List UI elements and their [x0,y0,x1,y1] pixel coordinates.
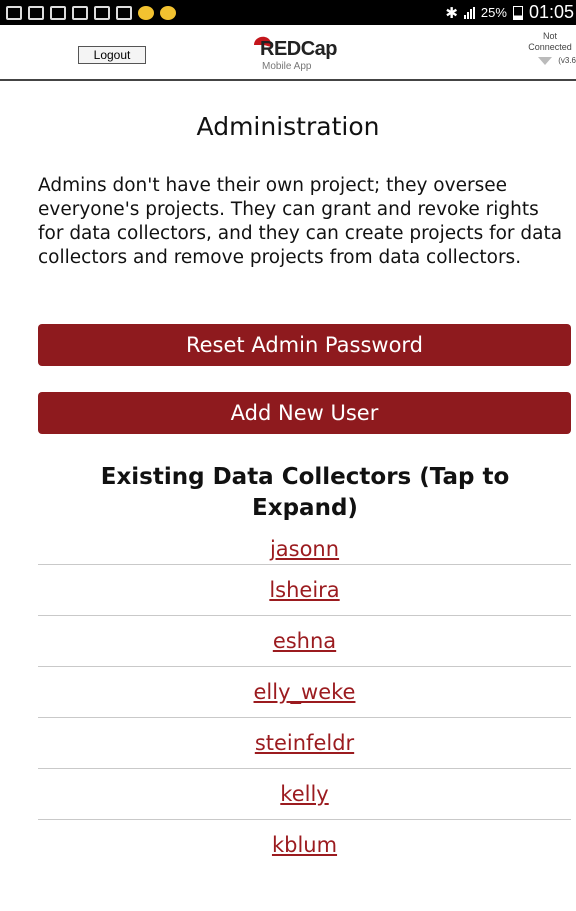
connection-status: Not Connected [528,31,572,52]
app-notification-icon [138,5,154,20]
connection-indicator: Not Connected (v3.6 [516,31,576,65]
wifi-notification-icon [28,5,44,20]
list-item: eshna [38,615,571,666]
collectors-list: jasonn lsheira eshna elly_weke steinfeld… [38,537,571,870]
document-notification-icon [50,5,66,20]
signal-icon [463,6,475,19]
list-item: elly_weke [38,666,571,717]
battery-icon [512,5,523,20]
status-bar: ✱ 25% 01:05 [0,0,576,25]
collector-link[interactable]: steinfeldr [255,731,354,755]
redcap-logo: REDCap Mobile App [252,35,372,75]
app-notification-icon [160,5,176,20]
wifi-notification-icon [6,5,22,20]
image-notification-icon [72,5,88,20]
collector-link[interactable]: elly_weke [254,680,356,704]
logout-button[interactable]: Logout [78,46,146,64]
collector-link[interactable]: jasonn [270,537,339,561]
list-item: steinfeldr [38,717,571,768]
bluetooth-icon: ✱ [445,4,458,22]
battery-percent: 25% [480,5,507,20]
app-version: (v3.6 [558,56,576,65]
logo-subtitle: Mobile App [262,61,312,72]
intro-text: Admins don't have their own project; the… [38,175,563,268]
collector-link[interactable]: kblum [272,833,337,857]
logo-text: REDCap [260,38,338,60]
clock: 01:05 [528,2,574,22]
collectors-title: Existing Data Collectors (Tap to Expand) [100,464,510,521]
collector-link[interactable]: kelly [280,782,328,806]
collector-link[interactable]: eshna [273,629,336,653]
notification-icons [0,5,176,20]
app-header: Logout REDCap Mobile App Not Connected (… [0,25,576,81]
list-item: lsheira [38,564,571,615]
collector-link[interactable]: lsheira [269,578,339,602]
list-item: jasonn [38,537,571,564]
photo-notification-icon [116,5,132,20]
page-title: Administration [196,112,380,141]
upload-notification-icon [94,5,110,20]
list-item: kelly [38,768,571,819]
add-new-user-button[interactable]: Add New User [38,392,571,434]
list-item: kblum [38,819,571,870]
wifi-icon [538,56,553,65]
reset-admin-password-button[interactable]: Reset Admin Password [38,324,571,366]
